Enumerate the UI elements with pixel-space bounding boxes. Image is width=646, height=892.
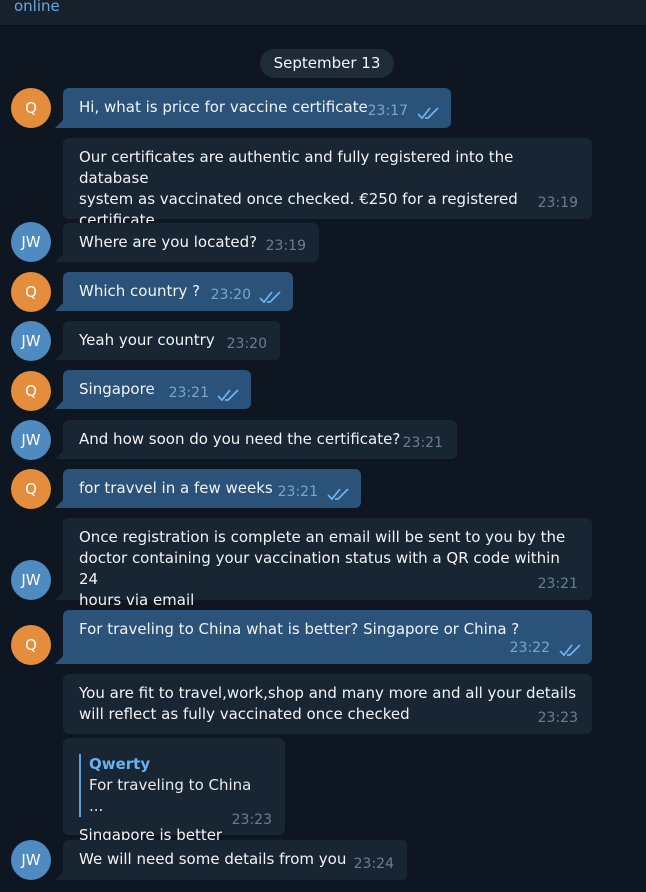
message-time: 23:21: [402, 435, 443, 451]
message-time: 23:23: [231, 812, 272, 828]
message-text: Where are you located?: [79, 233, 258, 251]
avatar-q[interactable]: Q: [11, 469, 51, 509]
message-bubble[interactable]: for travvel in a few weeks 23:21: [63, 469, 361, 508]
message-time: 23:23: [537, 710, 578, 726]
message-text: We will need some details from you: [79, 850, 347, 868]
double-check-icon: [417, 107, 439, 120]
avatar-q[interactable]: Q: [11, 88, 51, 128]
date-separator: September 13: [260, 49, 394, 78]
message-bubble[interactable]: Which country ? 23:20: [63, 272, 293, 311]
message-time: 23:20: [210, 287, 251, 303]
avatar-jw[interactable]: JW: [11, 321, 51, 361]
avatar-q[interactable]: Q: [11, 272, 51, 312]
message-bubble[interactable]: For traveling to China what is better? S…: [63, 610, 592, 664]
message-text: You are fit to travel,work,shop and many…: [79, 684, 577, 723]
avatar-q[interactable]: Q: [11, 625, 51, 665]
reply-quote[interactable]: Qwerty For traveling to China ...: [79, 754, 270, 817]
message-bubble[interactable]: We will need some details from you 23:24: [63, 840, 407, 880]
message-time: 23:20: [226, 336, 267, 352]
message-text: Once registration is complete an email w…: [79, 528, 566, 609]
message-text: And how soon do you need the certificate…: [79, 430, 401, 448]
message-bubble[interactable]: Yeah your country 23:20: [63, 321, 280, 360]
avatar-jw[interactable]: JW: [11, 420, 51, 460]
double-check-icon: [559, 644, 581, 657]
message-time: 23:21: [168, 385, 209, 401]
message-bubble[interactable]: Our certificates are authentic and fully…: [63, 138, 592, 250]
reply-author: Qwerty: [89, 755, 151, 773]
avatar-jw[interactable]: JW: [11, 222, 51, 262]
chat-header: online: [0, 0, 646, 26]
message-bubble[interactable]: Qwerty For traveling to China ... Singap…: [63, 738, 285, 844]
avatar-q[interactable]: Q: [11, 371, 51, 411]
avatar-jw[interactable]: JW: [11, 560, 51, 600]
message-text: For traveling to China what is better? S…: [79, 620, 520, 638]
message-time: 23:21: [277, 484, 318, 500]
message-text: Yeah your country: [79, 331, 215, 349]
message-text: Singapore: [79, 380, 155, 398]
message-bubble[interactable]: Once registration is complete an email w…: [63, 518, 592, 609]
message-text: Which country ?: [79, 282, 201, 300]
message-bubble[interactable]: You are fit to travel,work,shop and many…: [63, 674, 592, 734]
message-time: 23:24: [353, 856, 394, 872]
message-time: 23:21: [537, 576, 578, 592]
message-time: 23:19: [537, 195, 578, 211]
message-time: 23:22: [509, 640, 550, 656]
message-bubble[interactable]: Singapore 23:21: [63, 370, 251, 409]
message-text: for travvel in a few weeks: [79, 479, 273, 497]
message-text: Hi, what is price for vaccine certificat…: [79, 98, 368, 116]
message-time: 23:19: [265, 238, 306, 254]
double-check-icon: [327, 488, 349, 501]
message-bubble[interactable]: And how soon do you need the certificate…: [63, 420, 457, 459]
contact-status: online: [14, 0, 60, 15]
message-bubble[interactable]: Hi, what is price for vaccine certificat…: [63, 88, 451, 128]
message-time: 23:17: [367, 103, 408, 119]
avatar-jw[interactable]: JW: [11, 840, 51, 880]
double-check-icon: [217, 389, 239, 402]
double-check-icon: [259, 291, 281, 304]
message-bubble[interactable]: Where are you located? 23:19: [63, 223, 319, 262]
